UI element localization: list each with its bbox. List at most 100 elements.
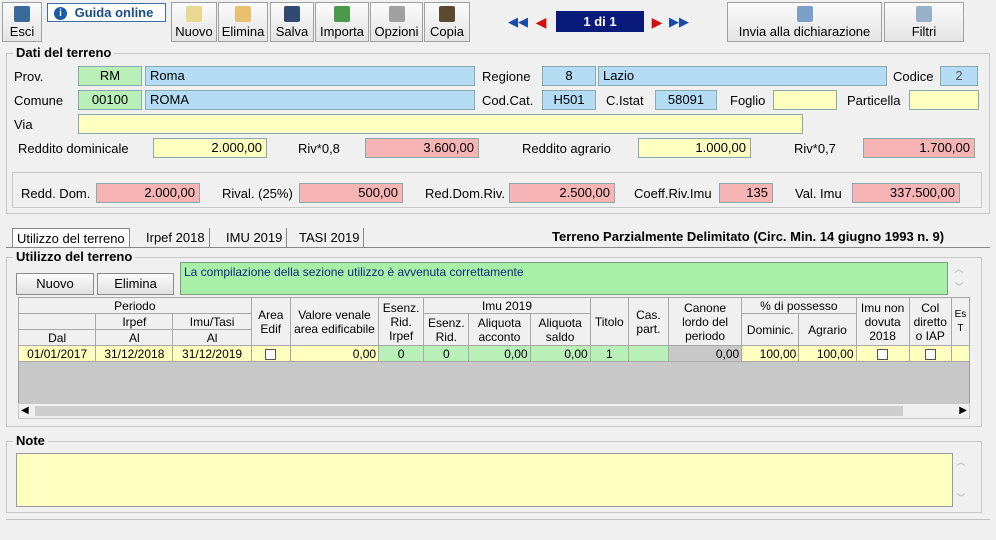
tab-imu-2019[interactable]: IMU 2019 <box>222 228 288 248</box>
scroll-left-icon[interactable]: ◀ <box>21 404 29 418</box>
header-canone: Canone lordo del periodo <box>667 297 743 346</box>
cell-al-irpef[interactable]: 31/12/2018 <box>95 345 174 362</box>
import-icon <box>334 6 350 22</box>
cell-esenz-irpef[interactable]: 0 <box>378 345 425 362</box>
codice-label: Codice <box>893 69 934 84</box>
regione-code-field[interactable]: 8 <box>542 66 596 86</box>
scroll-right-icon[interactable]: ▶ <box>959 404 967 418</box>
regione-name-field[interactable]: Lazio <box>598 66 887 86</box>
header-possesso: % di possesso <box>741 297 857 314</box>
riv08-field: 3.600,00 <box>365 138 479 158</box>
filtri-button[interactable]: Filtri <box>884 2 964 42</box>
riv07-field: 1.700,00 <box>863 138 975 158</box>
guida-online-button[interactable]: i Guida online <box>47 3 166 22</box>
header-imu-tasi: Imu/Tasi <box>172 313 252 330</box>
header-cas-part: Cas. part. <box>627 297 669 346</box>
col-diretto-checkbox[interactable] <box>908 345 952 362</box>
last-record-button[interactable]: ▶▶ <box>669 13 689 31</box>
utilizzo-elimina-button[interactable]: Elimina <box>97 273 174 295</box>
dati-terreno-legend: Dati del terreno <box>13 45 115 60</box>
tab-utilizzo[interactable]: Utilizzo del terreno <box>12 228 130 248</box>
comune-label: Comune <box>14 93 64 108</box>
header-dal: Dal <box>17 329 97 346</box>
codcat-field[interactable]: H501 <box>542 90 596 110</box>
riv08-label: Riv*0,8 <box>298 141 340 156</box>
cell-agrario[interactable]: 100,00 <box>798 345 857 362</box>
new-document-icon <box>186 6 202 22</box>
red-dom-riv-field: 2.500,00 <box>509 183 615 203</box>
note-scroll-up-icon: ︿ <box>956 457 966 467</box>
header-col-diretto: Col diretto o IAP <box>908 297 952 346</box>
bottom-divider <box>6 519 990 520</box>
reddito-agrario-field[interactable]: 1.000,00 <box>638 138 751 158</box>
comune-name-field[interactable]: ROMA <box>145 90 475 110</box>
regione-label: Regione <box>482 69 531 84</box>
utilizzo-grid: Periodo Area Edif Valore venale area edi… <box>17 297 971 362</box>
imu-non-dovuta-checkbox[interactable] <box>855 345 910 362</box>
note-legend: Note <box>13 433 48 448</box>
prov-name-field[interactable]: Roma <box>145 66 475 86</box>
note-textarea[interactable] <box>16 453 953 507</box>
area-edif-checkbox[interactable] <box>250 345 291 362</box>
cell-cas[interactable] <box>627 345 669 362</box>
codice-field[interactable]: 2 <box>940 66 978 86</box>
cell-acconto[interactable]: 0,00 <box>468 345 531 362</box>
message-scroll-up-icon: ︿ <box>954 264 964 274</box>
opzioni-button[interactable]: Opzioni <box>370 2 423 42</box>
cell-dal[interactable]: 01/01/2017 <box>17 345 97 362</box>
next-record-button[interactable]: ▶ <box>649 13 665 31</box>
foglio-field[interactable] <box>773 90 837 110</box>
header-esenz-irpef: Esenz. Rid. Irpef <box>378 297 425 346</box>
header-area-edif: Area Edif <box>250 297 291 346</box>
comune-cap-field[interactable]: 00100 <box>78 90 142 110</box>
header-al-imu: Al <box>172 329 252 346</box>
cell-saldo[interactable]: 0,00 <box>529 345 591 362</box>
reddito-dominicale-label: Reddito dominicale <box>18 141 129 156</box>
header-blank <box>17 313 97 330</box>
importa-button[interactable]: Importa <box>315 2 369 42</box>
tab-irpef-2018[interactable]: Irpef 2018 <box>142 228 210 248</box>
cell-valore[interactable]: 0,00 <box>289 345 380 362</box>
note-scroll-down-icon: ﹀ <box>956 493 966 503</box>
exit-icon <box>14 6 30 22</box>
utilizzo-legend: Utilizzo del terreno <box>13 249 136 264</box>
cell-titolo[interactable]: 1 <box>589 345 629 362</box>
prov-code-field[interactable]: RM <box>78 66 142 86</box>
via-field[interactable] <box>78 114 803 134</box>
grid-horizontal-scrollbar[interactable]: ◀ ▶ <box>18 403 970 419</box>
header-imu-2019: Imu 2019 <box>423 297 591 314</box>
rival-field: 500,00 <box>299 183 403 203</box>
cell-esenz-rid[interactable]: 0 <box>423 345 470 362</box>
message-scroll-down-icon: ﹀ <box>954 282 964 292</box>
invia-dichiarazione-button[interactable]: Invia alla dichiarazione <box>727 2 882 42</box>
header-periodo: Periodo <box>18 297 252 314</box>
first-record-button[interactable]: ◀◀ <box>508 13 528 31</box>
coeff-riv-imu-field: 135 <box>719 183 773 203</box>
header-aliquota-acconto: Aliquota acconto <box>468 313 531 346</box>
reddito-dominicale-field[interactable]: 2.000,00 <box>153 138 267 158</box>
delete-icon <box>235 6 251 22</box>
info-icon: i <box>54 7 67 21</box>
header-al-irpef: Al <box>95 329 174 346</box>
cell-al-imu[interactable]: 31/12/2019 <box>172 345 252 362</box>
particella-label: Particella <box>847 93 901 108</box>
scroll-thumb[interactable] <box>35 406 903 416</box>
redd-dom-field: 2.000,00 <box>96 183 200 203</box>
nuovo-button[interactable]: Nuovo <box>171 2 217 42</box>
val-imu-field: 337.500,00 <box>852 183 960 203</box>
previous-record-button[interactable]: ◀ <box>533 13 549 31</box>
utilizzo-nuovo-button[interactable]: Nuovo <box>16 273 94 295</box>
cell-dominic[interactable]: 100,00 <box>741 345 800 362</box>
header-aliquota-saldo: Aliquota saldo <box>529 313 591 346</box>
copia-button[interactable]: Copia <box>424 2 470 42</box>
particella-field[interactable] <box>909 90 979 110</box>
cistat-field[interactable]: 58091 <box>655 90 717 110</box>
tab-tasi-2019[interactable]: TASI 2019 <box>295 228 365 248</box>
salva-button[interactable]: Salva <box>270 2 314 42</box>
table-row[interactable]: 01/01/2017 31/12/2018 31/12/2019 0,00 0 … <box>17 345 971 362</box>
esci-button[interactable]: Esci <box>2 2 42 42</box>
header-imu-non-dovuta: Imu non dovuta 2018 <box>855 297 910 346</box>
elimina-button[interactable]: Elimina <box>218 2 268 42</box>
cell-es[interactable] <box>950 345 971 362</box>
terreno-delimitato-note: Terreno Parzialmente Delimitato (Circ. M… <box>552 229 945 244</box>
